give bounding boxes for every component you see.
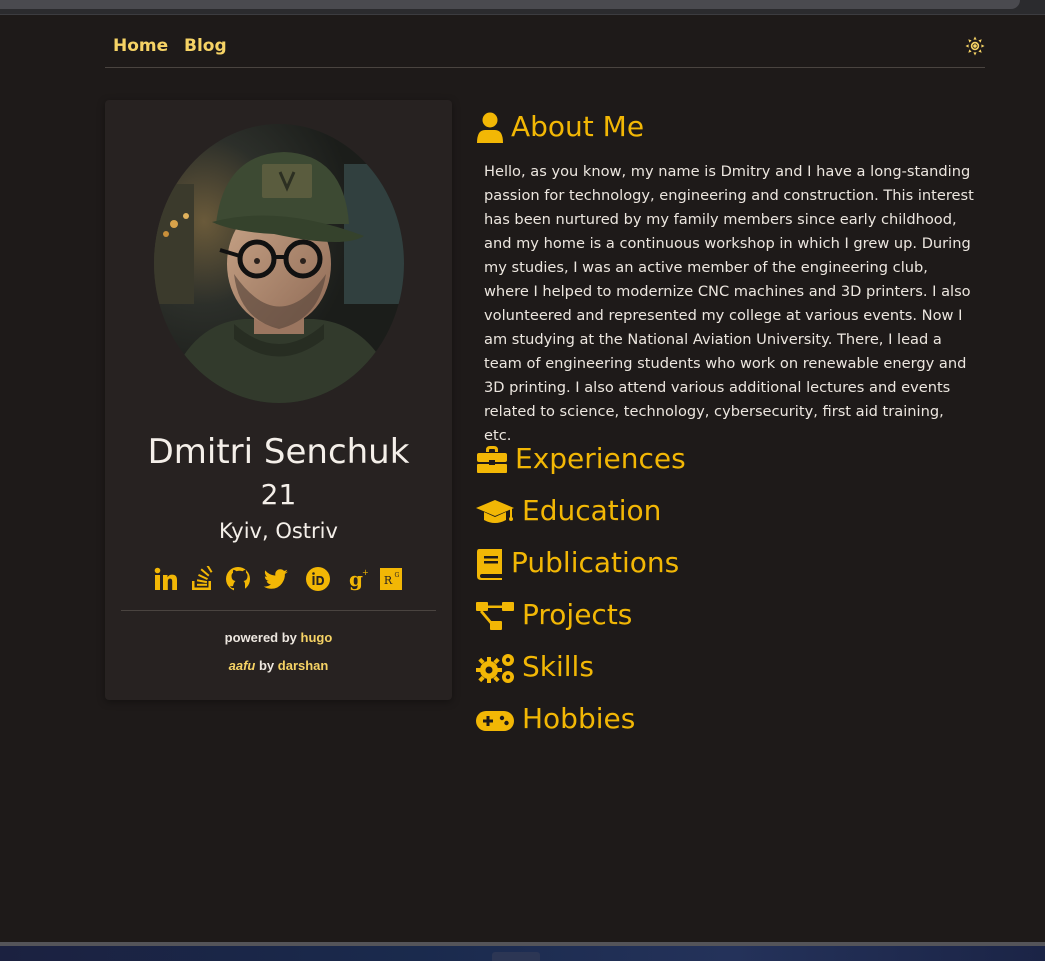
google-scholar-icon[interactable]: g + [343, 566, 369, 592]
github-icon[interactable] [225, 566, 251, 592]
researchgate-icon[interactable]: R G [379, 566, 405, 592]
orcid-icon[interactable] [305, 566, 331, 592]
section-education-label: Education [522, 494, 662, 527]
taskbar [0, 942, 1045, 961]
section-experiences-label: Experiences [515, 442, 686, 475]
section-skills-label: Skills [522, 650, 594, 683]
nav-home-link[interactable]: Home [113, 36, 168, 56]
taskbar-handle[interactable] [492, 952, 540, 961]
section-projects-label: Projects [522, 598, 633, 631]
user-icon [476, 112, 514, 144]
profile-card: Dmitri Senchuk 21 Kyiv, Ostriv g + R G p… [105, 100, 452, 700]
profile-age: 21 [260, 478, 297, 511]
svg-text:+: + [362, 568, 369, 577]
browser-tab-strip [0, 0, 1020, 9]
powered-by: powered by hugo [105, 630, 452, 645]
svg-text:g: g [349, 567, 363, 591]
sun-icon[interactable] [965, 36, 985, 56]
svg-text:R: R [384, 574, 393, 587]
section-publications-label: Publications [511, 546, 680, 579]
book-icon [476, 548, 514, 580]
gamepad-icon [476, 704, 514, 736]
theme-credit: aafu by darshan [105, 658, 452, 673]
stackoverflow-icon[interactable] [189, 563, 215, 592]
about-text: Hello, as you know, my name is Dmitry an… [484, 163, 974, 444]
avatar [154, 124, 404, 403]
author-link[interactable]: darshan [278, 658, 329, 673]
theme-link[interactable]: aafu [229, 658, 256, 673]
graduation-cap-icon [476, 496, 514, 528]
navbar: Home Blog [105, 28, 985, 68]
card-divider [121, 610, 436, 611]
theme-by-label: by [258, 658, 275, 673]
svg-text:G: G [395, 572, 400, 579]
linkedin-icon[interactable] [153, 566, 179, 592]
section-hobbies-label: Hobbies [522, 702, 636, 735]
project-diagram-icon [476, 600, 514, 632]
cogs-icon [476, 652, 514, 684]
social-links: g + R G [153, 563, 413, 594]
powered-by-label: powered by [224, 630, 297, 645]
nav-blog-link[interactable]: Blog [184, 36, 227, 56]
twitter-icon[interactable] [263, 566, 289, 592]
briefcase-icon [476, 444, 514, 476]
profile-location: Kyiv, Ostriv [219, 519, 338, 543]
profile-name: Dmitri Senchuk [147, 432, 410, 472]
hugo-link[interactable]: hugo [301, 630, 333, 645]
browser-top-bar [0, 0, 1045, 15]
about-heading-label: About Me [511, 110, 645, 143]
